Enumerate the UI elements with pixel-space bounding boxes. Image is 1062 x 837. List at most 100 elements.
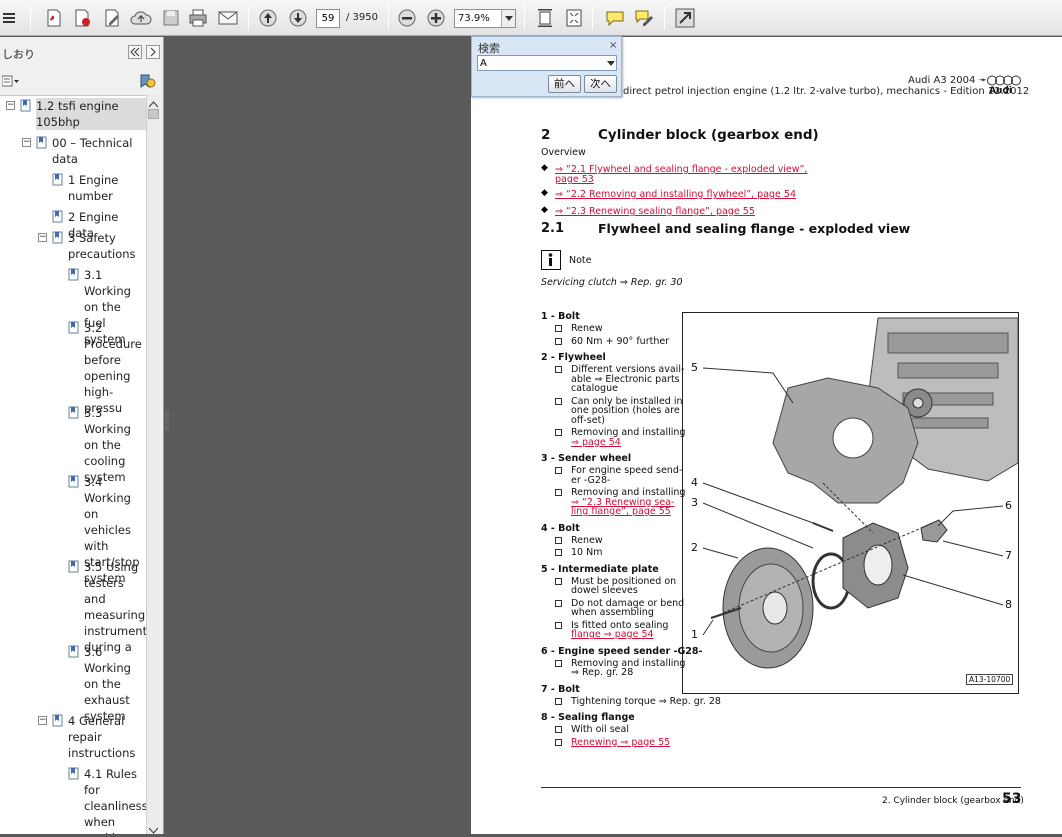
prev-page-icon[interactable] (256, 7, 280, 29)
scroll-down-icon[interactable] (148, 823, 159, 837)
zoom-value: 73.9% (458, 13, 490, 24)
running-header-sub: direct petrol injection engine (1.2 ltr.… (623, 86, 1030, 97)
bookmark-icon (52, 210, 63, 223)
note-label: Note (569, 255, 592, 266)
comment-icon[interactable] (603, 7, 627, 29)
legend-subitem: 10 Nm (555, 548, 685, 558)
checkbox-icon (555, 366, 562, 373)
bookmark-label: 3.2 (84, 321, 103, 335)
legend-link[interactable]: ⇒ page 54 (571, 437, 621, 448)
legend-item-title: 8 - Sealing flange (541, 712, 635, 723)
bookmark-item[interactable]: 1.2 tsfi engine 105bhp (36, 98, 146, 130)
bookmark-item[interactable]: 3.5 Using testers and measuring instruments… (84, 559, 146, 655)
single-page-icon[interactable] (533, 7, 557, 29)
bookmark-label: 3.3 Working (84, 406, 131, 436)
edit-icon[interactable] (100, 7, 124, 29)
checkbox-icon (555, 659, 562, 667)
bookmark-item[interactable]: 3.2 Procedure before opening high-pressu (84, 320, 146, 416)
link-removing-flywheel[interactable]: ⇒ “2.2 Removing and installing flywheel”… (555, 189, 796, 200)
callout-3: 3 (691, 496, 698, 509)
bookmark-item[interactable]: 3 Safety precautions (68, 230, 146, 262)
legend-subitem: With oil seal (555, 725, 685, 735)
bookmark-label: exhaust (84, 693, 130, 707)
bookmark-icon (68, 321, 79, 334)
chevron-down-icon[interactable] (606, 57, 616, 69)
find-next-button[interactable]: 次へ (584, 75, 617, 93)
close-icon[interactable]: × (609, 40, 617, 51)
scroll-thumb[interactable] (148, 109, 159, 119)
bookmark-item[interactable]: 3.6 Working on the exhaust system (84, 644, 146, 724)
link-flywheel-exploded-page[interactable]: page 53 (555, 174, 594, 185)
legend-text: Renew (571, 534, 603, 546)
options-menu-icon[interactable] (1, 75, 20, 90)
sidebar-menu-icon[interactable] (0, 7, 18, 29)
bookmark-label: measuring (84, 608, 146, 622)
bookmark-icon (68, 268, 79, 281)
legend-link[interactable]: flange ⇒ page 54 (571, 630, 654, 640)
bookmark-tree: 1.2 tsfi engine 105bhp −00 – Technical data… (0, 95, 146, 834)
new-bookmark-icon[interactable] (138, 73, 156, 92)
save-icon[interactable] (160, 7, 182, 29)
bookmarks-toolbar (0, 71, 164, 93)
legend-subitem: For engine speed send-er -G28- (555, 466, 685, 486)
attach-icon[interactable] (70, 7, 94, 29)
chevron-down-icon[interactable] (501, 10, 515, 27)
bookmark-item[interactable]: 3.3 Working on the cooling system (84, 405, 146, 485)
legend-link[interactable]: Renewing ⇒ page 55 (571, 737, 670, 748)
zoom-select[interactable]: 73.9% (454, 9, 516, 28)
bookmark-label: opening (84, 369, 131, 383)
bookmark-item[interactable]: 4.1 Rules forcleanlinesswhenworking onfu… (84, 766, 146, 834)
legend-text: off-set) (571, 414, 606, 426)
checkbox-icon (555, 577, 562, 585)
legend-text: 60 Nm + 90° further (571, 335, 670, 347)
collapse-panel-icon[interactable] (128, 45, 142, 59)
find-input[interactable] (477, 55, 617, 71)
bookmark-label: 1 Engine (68, 173, 119, 187)
legend-subitem: Renew (555, 534, 685, 546)
bookmarks-panel: しおり 1.2 tsfi engine 105bhp −00 – Technical… (0, 37, 164, 834)
legend-text: Tightening torque ⇒ Rep. gr. 28 (571, 695, 721, 707)
callout-6: 6 (1005, 499, 1012, 512)
legend-item-title: 4 - Bolt (541, 522, 580, 534)
bookmark-label: cooling (84, 454, 126, 468)
checkbox-icon (555, 467, 562, 474)
page-number-input[interactable] (316, 9, 340, 28)
collapse-toggle-icon[interactable]: − (38, 716, 47, 725)
legend-link[interactable]: ling flange”, page 55 (571, 507, 671, 517)
running-header-brand: Audi (989, 86, 1012, 96)
print-icon[interactable] (186, 7, 210, 29)
zoom-out-icon[interactable] (395, 7, 419, 29)
bookmark-label: on vehicles (84, 507, 131, 537)
next-page-icon[interactable] (286, 7, 310, 29)
collapse-toggle-icon[interactable]: − (22, 138, 31, 147)
bookmarks-scrollbar[interactable] (146, 95, 160, 834)
panel-splitter[interactable] (165, 37, 171, 834)
bookmark-icon (52, 231, 63, 244)
create-pdf-icon[interactable] (42, 7, 66, 29)
bookmark-item[interactable]: 1 Engine number (68, 172, 146, 204)
collapse-toggle-icon[interactable]: − (6, 101, 15, 110)
legend-text: dowel sleeves (571, 585, 638, 596)
legend-item-title: 6 - Engine speed sender -G28- (541, 645, 703, 657)
collapse-toggle-icon[interactable]: − (38, 233, 47, 242)
sign-icon[interactable] (632, 7, 656, 29)
callout-8: 8 (1005, 598, 1012, 611)
fit-page-icon[interactable] (562, 7, 586, 29)
checkbox-icon (555, 397, 562, 405)
checkbox-icon (555, 599, 562, 607)
checkbox-icon (555, 325, 562, 332)
email-icon[interactable] (216, 7, 240, 29)
toolbar: / 3950 73.9% (0, 0, 1062, 36)
bookmark-item[interactable]: 4 General repair instructions (68, 713, 146, 761)
legend-subitem: Different versions avail-able ⇒ Electron… (555, 365, 685, 395)
upload-icon[interactable] (128, 7, 154, 29)
fullscreen-icon[interactable] (673, 7, 697, 29)
callout-1: 1 (691, 628, 698, 641)
bookmark-label: 00 – Technical (52, 136, 133, 150)
zoom-in-icon[interactable] (424, 7, 448, 29)
expand-panel-icon[interactable] (146, 45, 160, 59)
bookmark-label: before (84, 353, 122, 367)
bookmark-item[interactable]: 00 – Technical data (52, 135, 146, 167)
link-renewing-flange[interactable]: ⇒ “2.3 Renewing sealing flange”, page 55 (555, 206, 755, 217)
find-prev-button[interactable]: 前へ (548, 75, 581, 93)
